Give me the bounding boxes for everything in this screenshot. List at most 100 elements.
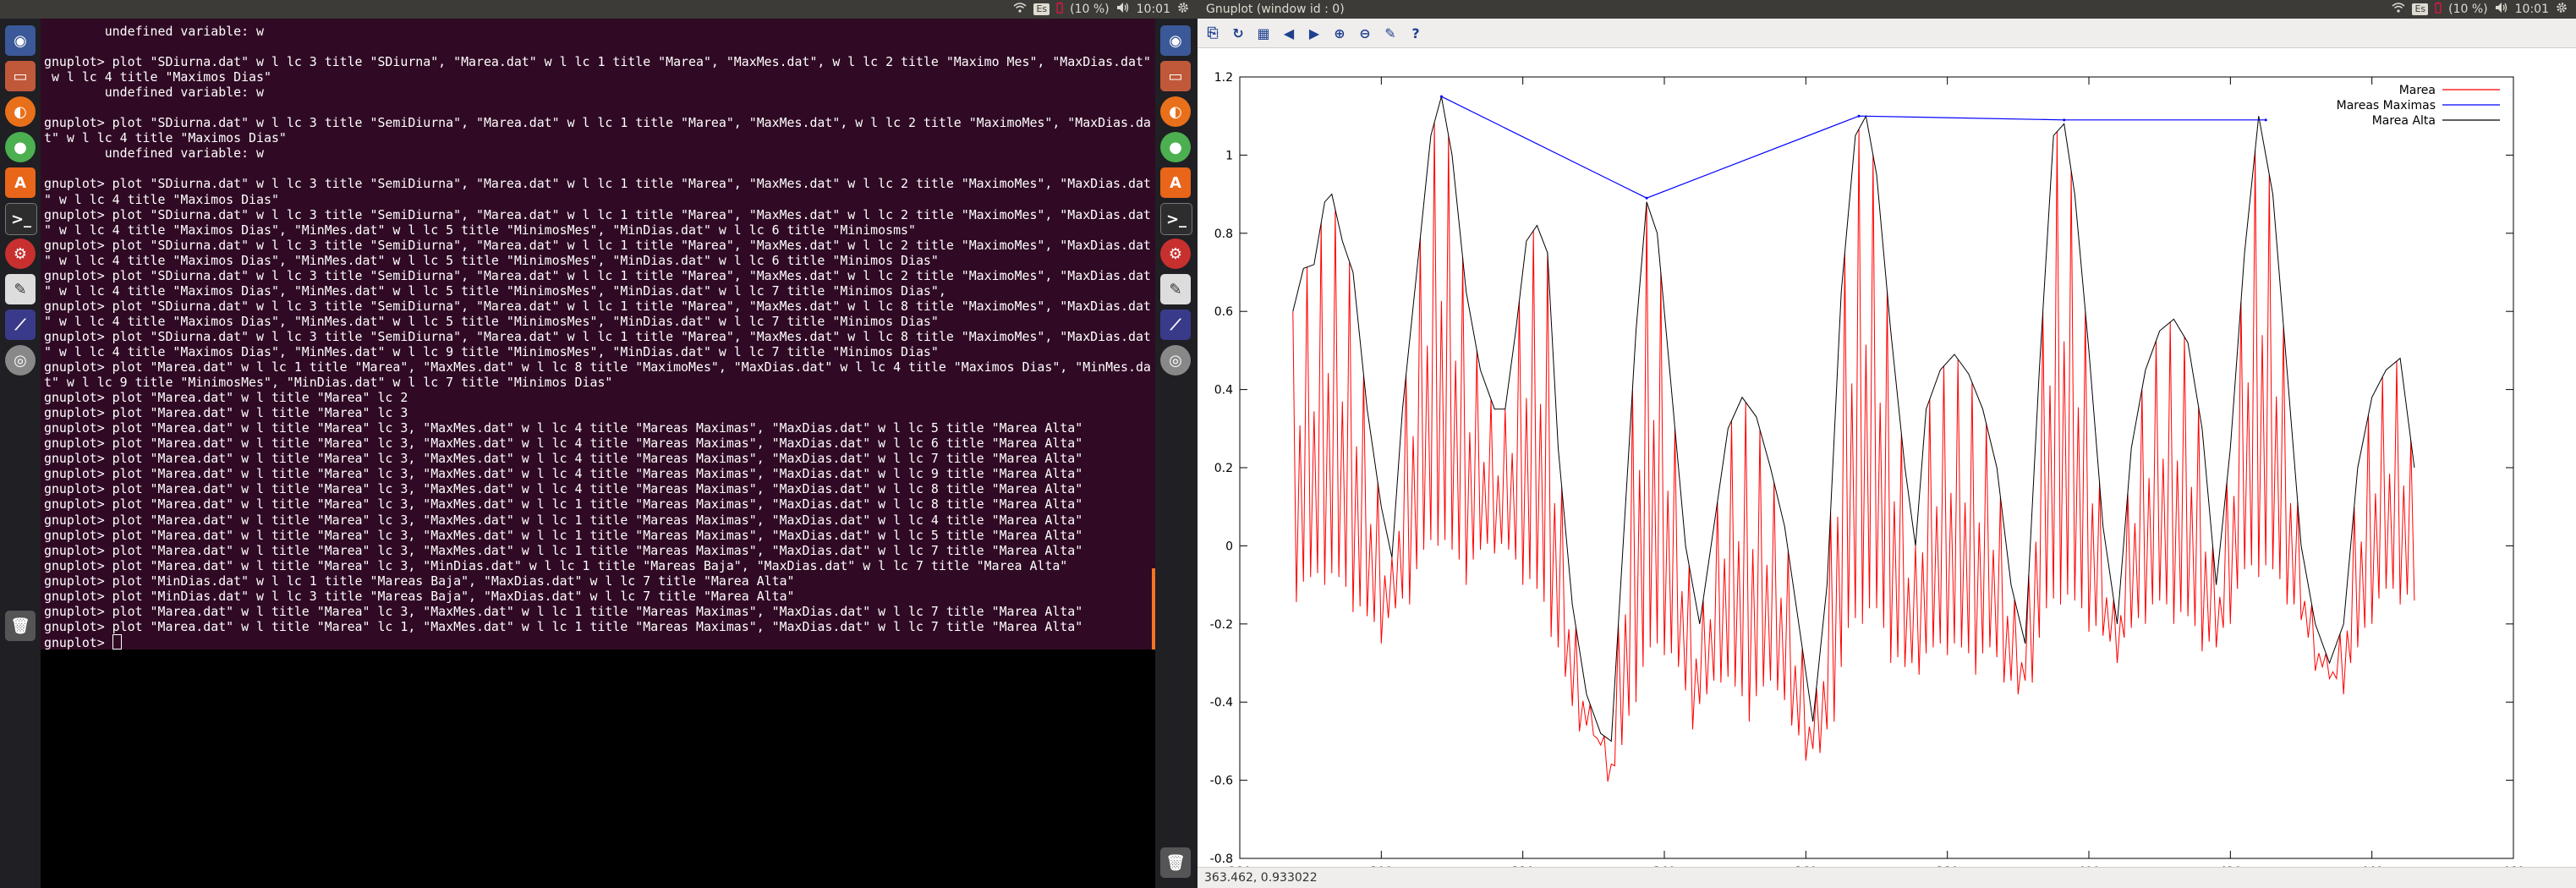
y-tick-label: 1.2 <box>1214 71 1233 85</box>
dash-icon[interactable]: ◉ <box>5 25 36 56</box>
disks-icon[interactable]: ◎ <box>1160 345 1191 375</box>
text-editor-icon[interactable]: ✎ <box>5 274 36 304</box>
terminal-line: " w l lc 4 title "Maximos Dias", "MinMes… <box>44 222 916 238</box>
files-icon[interactable]: ▭ <box>5 61 36 91</box>
terminal-line: gnuplot> plot "Marea.dat" w l title "Mar… <box>44 557 1068 573</box>
volume-icon[interactable] <box>2495 2 2508 17</box>
window-title: Gnuplot (window id : 0) <box>1206 3 1345 16</box>
software-center-icon[interactable]: A <box>5 167 36 198</box>
system-monitor-icon[interactable]: ⟋ <box>5 310 36 340</box>
terminal-line: " w l lc 4 title "Maximos Dias", "MinMes… <box>44 282 946 299</box>
trash-icon[interactable]: 🗑 <box>5 611 36 641</box>
terminal-line: gnuplot> plot "SDiurna.dat" w l lc 3 tit… <box>44 237 1151 253</box>
firefox-icon[interactable]: ◐ <box>1160 96 1191 127</box>
text-editor-icon[interactable]: ✎ <box>1160 274 1191 304</box>
terminal-line: " w l lc 4 title "Maximos Dias", "MinMes… <box>44 313 939 329</box>
autoscale-icon[interactable]: ⊕ <box>1329 23 1350 43</box>
y-tick-label: -0.2 <box>1210 618 1233 632</box>
terminal-line: gnuplot> plot "SDiurna.dat" w l lc 3 tit… <box>44 267 1151 283</box>
terminal-line: gnuplot> plot "SDiurna.dat" w l lc 3 tit… <box>44 206 1151 222</box>
battery-icon[interactable] <box>1056 2 1063 17</box>
terminal-line: t" w l lc 4 title "Maximos Dias" <box>44 130 287 146</box>
left-launcher: ◉ ▭ ◐ ● A >_ ⚙ ✎ ⟋ ◎ 🗑 <box>0 19 41 888</box>
settings-icon[interactable]: ⚙ <box>5 238 36 269</box>
right-top-panel: Gnuplot (window id : 0) Es (10 %) 10:01 <box>1198 0 2576 19</box>
y-tick-label: 0.8 <box>1214 227 1233 241</box>
keyboard-layout-indicator[interactable]: Es <box>1033 3 1050 15</box>
replot-icon[interactable]: ↻ <box>1228 23 1248 43</box>
files-icon[interactable]: ▭ <box>1160 61 1191 91</box>
y-tick-label: 0.2 <box>1214 462 1233 475</box>
software-center-icon[interactable]: A <box>1160 167 1191 198</box>
terminal-line: gnuplot> plot "Marea.dat" w l title "Mar… <box>44 420 1083 436</box>
terminal-line: gnuplot> plot "MinDias.dat" w l lc 3 tit… <box>44 588 795 604</box>
data-point-mareas-maximas <box>2264 118 2267 122</box>
terminal-icon[interactable]: >_ <box>5 203 37 235</box>
zoom-next-icon[interactable]: ▶ <box>1304 23 1324 43</box>
settings-icon[interactable]: ✎ <box>1380 23 1400 43</box>
legend-label: Mareas Maximas <box>2337 99 2436 112</box>
data-point-mareas-maximas <box>1857 114 1861 118</box>
y-tick-label: -0.8 <box>1210 852 1233 866</box>
terminal-line: gnuplot> plot "Marea.dat" w l title "Mar… <box>44 436 1083 452</box>
volume-icon[interactable] <box>1116 2 1130 17</box>
system-monitor-icon[interactable]: ⟋ <box>1160 310 1191 340</box>
firefox-icon[interactable]: ◐ <box>5 96 36 127</box>
data-point-mareas-maximas <box>2063 118 2066 122</box>
terminal-icon[interactable]: >_ <box>1160 203 1192 235</box>
battery-percentage: (10 %) <box>2448 3 2488 16</box>
terminal-line: gnuplot> plot "Marea.dat" w l title "Mar… <box>44 451 1083 467</box>
terminal-line: gnuplot> plot "Marea.dat" w l title "Mar… <box>44 405 408 421</box>
gear-icon[interactable] <box>2556 2 2568 17</box>
series-line-mareas-maximas <box>1441 96 2266 199</box>
y-tick-label: 0.6 <box>1214 305 1233 319</box>
grid-icon[interactable]: ▦ <box>1253 23 1274 43</box>
y-tick-label: -0.4 <box>1210 696 1233 710</box>
keyboard-layout-indicator[interactable]: Es <box>2412 3 2429 15</box>
gear-icon[interactable] <box>1177 2 1189 17</box>
trash-icon[interactable]: 🗑 <box>1160 847 1191 878</box>
left-top-panel: Es (10 %) 10:01 <box>0 0 1198 19</box>
clock[interactable]: 10:01 <box>2515 3 2549 16</box>
gnuplot-window: ⎘ ↻ ▦ ◀ ▶ ⊕ ⊖ ✎ ? 2803003203403603804004… <box>1198 19 2576 888</box>
y-tick-label: 0 <box>1225 540 1233 553</box>
terminal-line: gnuplot> plot "SDiurna.dat" w l lc 3 tit… <box>44 328 1151 344</box>
wifi-icon[interactable] <box>2392 2 2405 17</box>
left-indicator-area: Es (10 %) 10:01 <box>1013 0 1189 19</box>
mouse-coordinates: 363.462, 0.933022 <box>1204 871 1318 885</box>
terminal-line: gnuplot> plot "SDiurna.dat" w l lc 3 tit… <box>44 54 1151 70</box>
terminal-line: gnuplot> plot "SDiurna.dat" w l lc 3 tit… <box>44 176 1151 192</box>
terminal-line: gnuplot> plot "Marea.dat" w l lc 1 title… <box>44 359 1151 375</box>
terminal-line: gnuplot> plot "Marea.dat" w l title "Mar… <box>44 390 408 406</box>
legend-label: Marea <box>2399 84 2436 97</box>
terminal-line: w l lc 4 title "Maximos Dias" <box>51 69 271 85</box>
clock[interactable]: 10:01 <box>1137 3 1170 16</box>
battery-icon[interactable] <box>2435 2 2442 17</box>
wifi-icon[interactable] <box>1013 2 1027 17</box>
terminal-line: undefined variable: w <box>104 85 264 101</box>
gnuplot-plot-area[interactable]: 280300320340360380400420440460-0.8-0.6-0… <box>1198 48 2576 879</box>
terminal-window[interactable]: undefined variable: w gnuplot> plot "SDi… <box>41 19 1155 650</box>
terminal-line: gnuplot> plot "SDiurna.dat" w l lc 3 tit… <box>44 115 1151 131</box>
disks-icon[interactable]: ◎ <box>5 345 36 375</box>
right-launcher: ◉ ▭ ◐ ● A >_ ⚙ ✎ ⟋ ◎ 🗑 <box>1155 19 1198 888</box>
zoom-previous-icon[interactable]: ◀ <box>1279 23 1299 43</box>
tide-chart: 280300320340360380400420440460-0.8-0.6-0… <box>1210 71 2525 879</box>
terminal-line: undefined variable: w <box>104 24 264 39</box>
y-tick-label: 0.4 <box>1214 384 1233 397</box>
chrome-icon[interactable]: ● <box>1160 132 1191 162</box>
terminal-line: t" w l lc 9 title "MinimosMes", "MinDias… <box>44 375 613 391</box>
terminal-line: undefined variable: w <box>104 145 264 162</box>
gnuplot-statusbar: 363.462, 0.933022 <box>1198 867 2576 888</box>
help-icon[interactable]: ? <box>1406 23 1426 43</box>
unzoom-icon[interactable]: ⊖ <box>1355 23 1375 43</box>
chrome-icon[interactable]: ● <box>5 132 36 162</box>
series-line-marea <box>1292 122 2415 782</box>
copy-to-clipboard-icon[interactable]: ⎘ <box>1203 23 1223 43</box>
terminal-line: gnuplot> plot "Marea.dat" w l title "Mar… <box>44 527 1083 543</box>
terminal-line: gnuplot> plot "Marea.dat" w l title "Mar… <box>44 481 1083 497</box>
data-point-mareas-maximas <box>1439 95 1443 98</box>
dash-icon[interactable]: ◉ <box>1160 25 1191 56</box>
settings-icon[interactable]: ⚙ <box>1160 238 1191 269</box>
legend-label: Marea Alta <box>2372 114 2436 128</box>
